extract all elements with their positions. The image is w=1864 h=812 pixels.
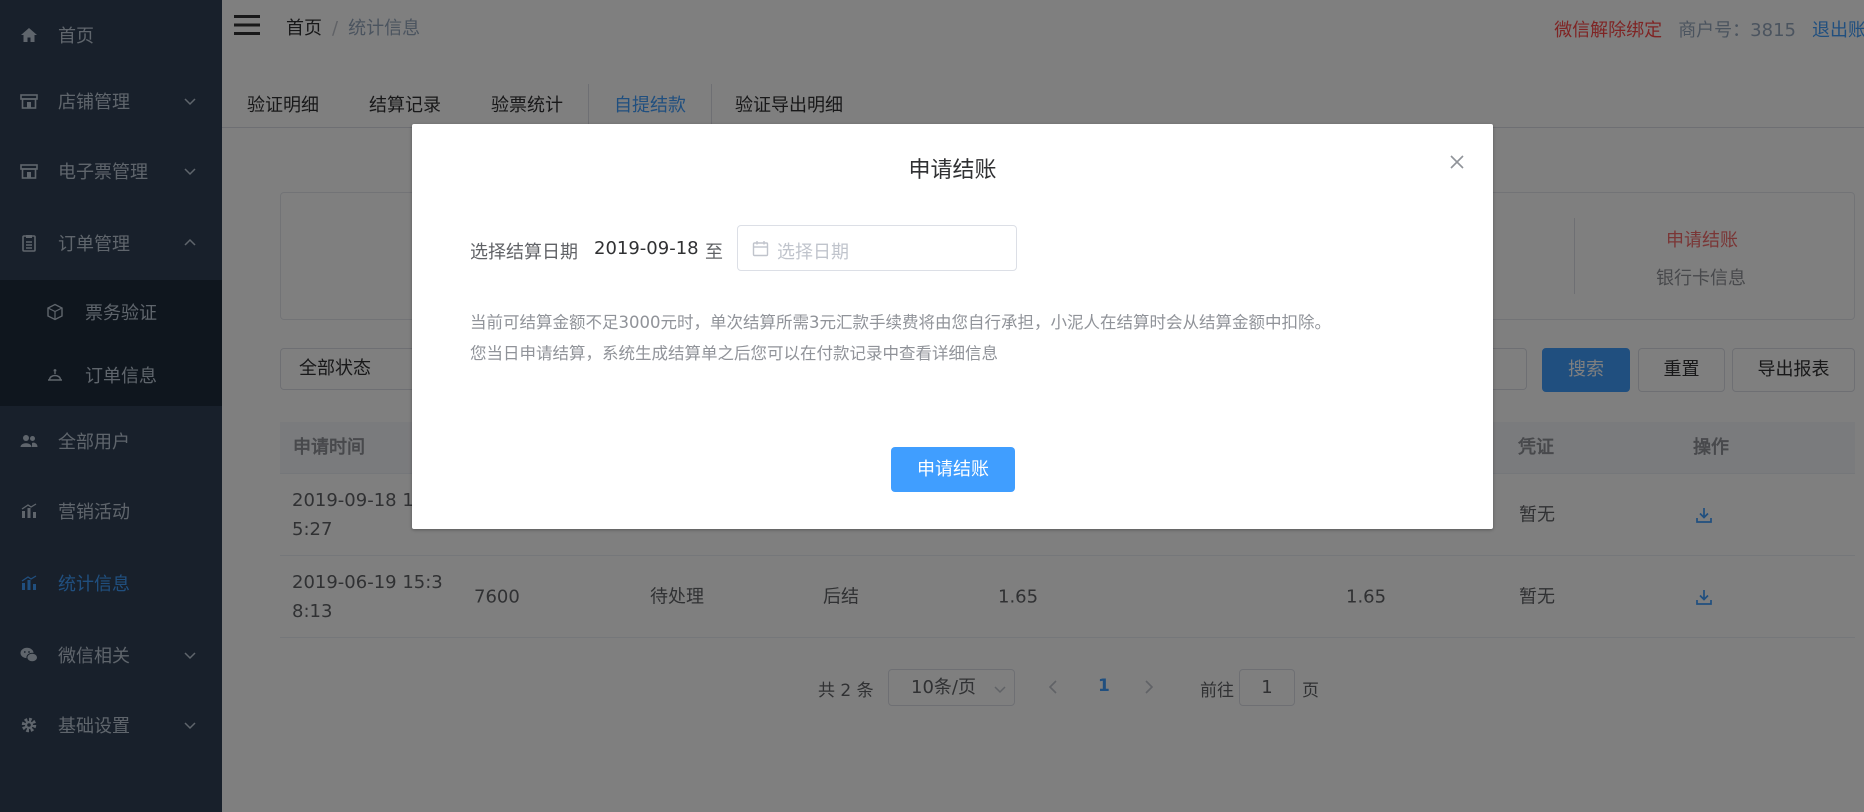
date-range-separator: 至 bbox=[705, 242, 723, 263]
end-date-picker[interactable]: 选择日期 bbox=[737, 225, 1017, 271]
calendar-icon bbox=[752, 241, 769, 257]
notice-line-1: 当前可结算金额不足3000元时，单次结算所需3元汇款手续费将由您自行承担，小泥人… bbox=[470, 313, 1331, 332]
apply-settlement-button[interactable]: 申请结账 bbox=[891, 447, 1015, 492]
close-icon[interactable] bbox=[1449, 154, 1465, 170]
settlement-start-date: 2019-09-18 bbox=[594, 238, 699, 259]
dialog-title: 申请结账 bbox=[908, 158, 997, 183]
settlement-notice: 当前可结算金额不足3000元时，单次结算所需3元汇款手续费将由您自行承担，小泥人… bbox=[470, 307, 1331, 369]
date-picker-placeholder: 选择日期 bbox=[777, 242, 849, 263]
apply-settlement-dialog: 申请结账 选择结算日期 2019-09-18 至 选择日期 当前可结算金额不足3… bbox=[412, 124, 1493, 529]
notice-line-2: 您当日申请结算，系统生成结算单之后您可以在付款记录中查看详细信息 bbox=[470, 344, 998, 363]
settlement-date-label: 选择结算日期 bbox=[470, 242, 578, 263]
